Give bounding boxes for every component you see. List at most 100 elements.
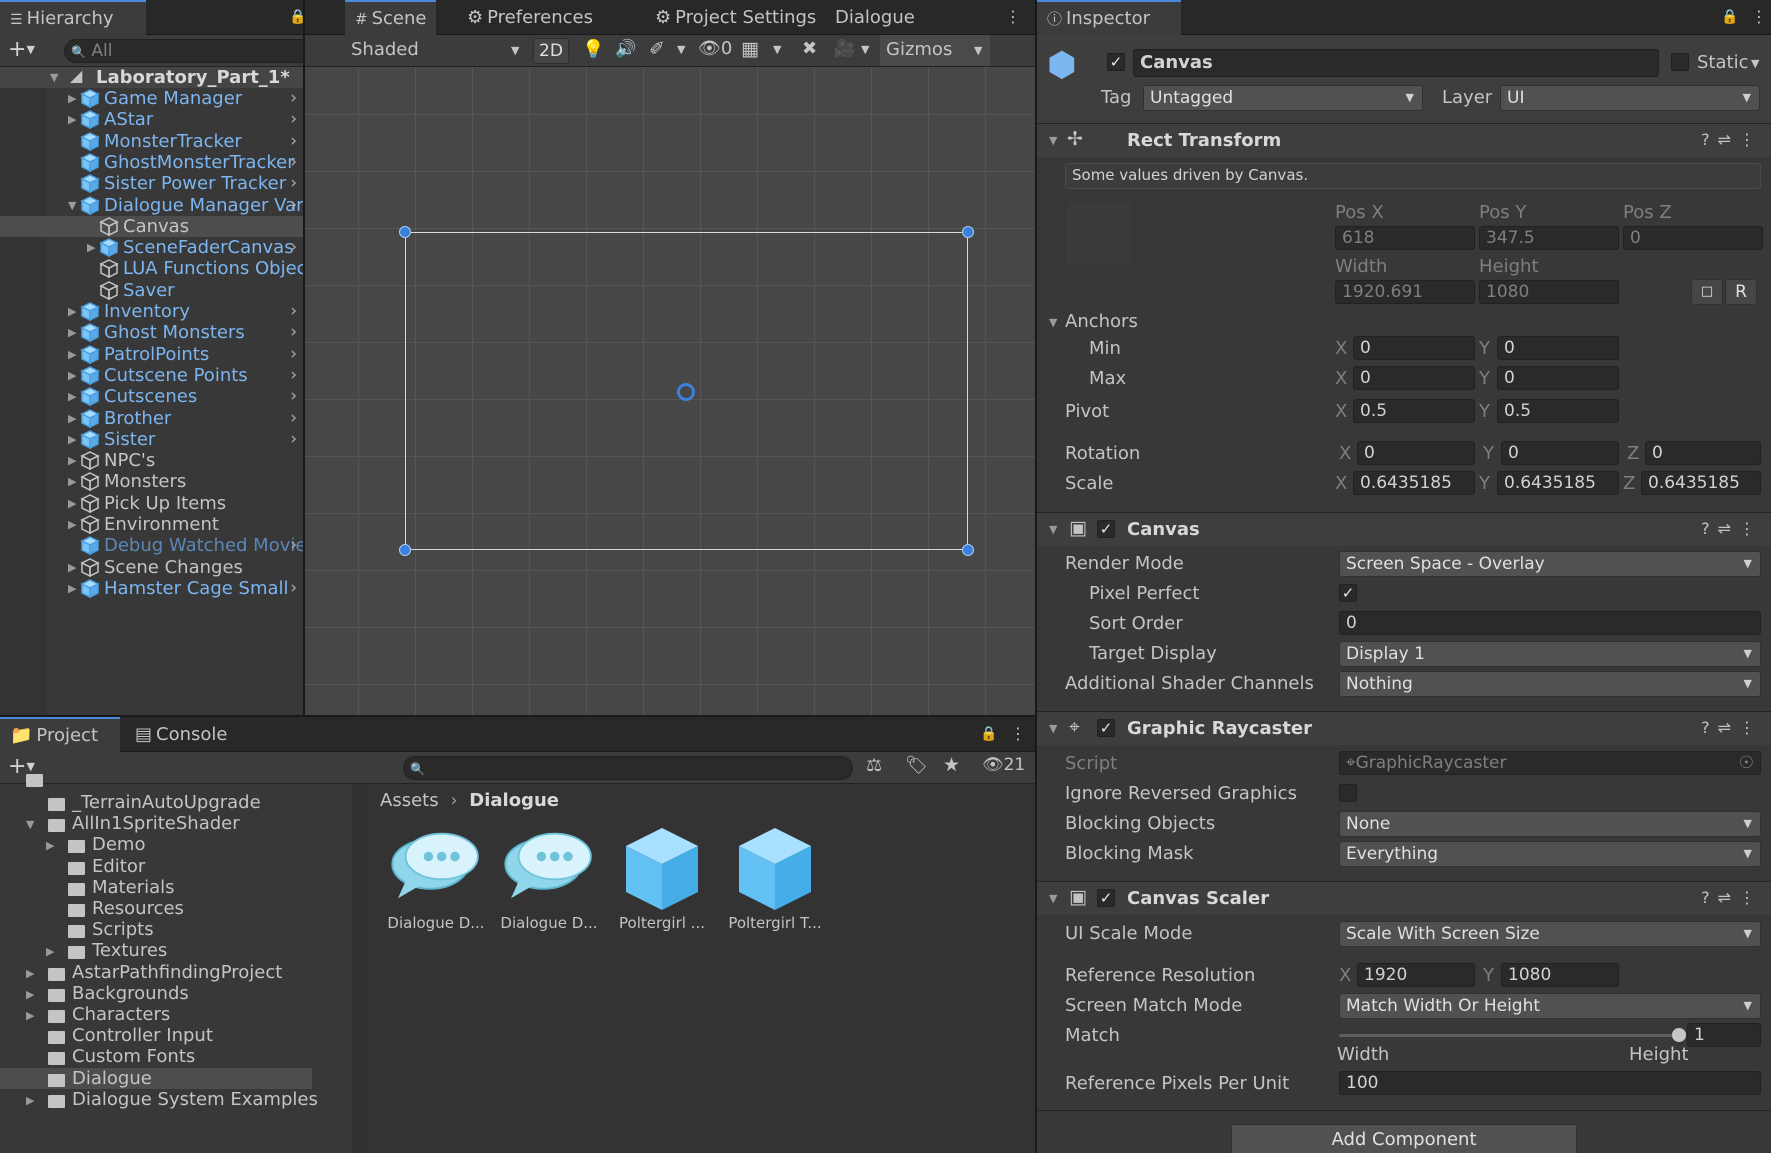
project-search-input[interactable]: 🔍	[403, 756, 853, 780]
expand-arrow-icon[interactable]: ▶	[68, 92, 76, 105]
expand-arrow-icon[interactable]: ▼	[50, 71, 58, 84]
hierarchy-row-scene-changes[interactable]: ▶ Scene Changes	[0, 557, 303, 578]
expand-arrow-icon[interactable]: ▼	[68, 199, 76, 212]
expand-arrow-icon[interactable]: ▶	[68, 390, 76, 403]
asset-item[interactable]: Dialogue D...	[497, 824, 601, 934]
chevron-right-icon[interactable]: ›	[290, 535, 297, 555]
reference-resolution-y-field[interactable]: 1080	[1501, 963, 1619, 987]
breadcrumb-assets[interactable]: Assets	[380, 790, 439, 811]
expand-arrow-icon[interactable]: ▶	[26, 1009, 34, 1022]
tab-hierarchy[interactable]: ☰ Hierarchy	[0, 0, 146, 35]
pivot-handle[interactable]	[677, 383, 695, 401]
hierarchy-row-environment[interactable]: ▶ Environment	[0, 514, 303, 535]
canvas-component-header[interactable]: ▼ ▣ ✓ Canvas ?⇌⋮	[1037, 512, 1771, 546]
hierarchy-row-brother[interactable]: ▶ Brother ›	[0, 408, 303, 429]
component-header-icons[interactable]: ?⇌⋮	[1701, 519, 1763, 538]
chevron-right-icon[interactable]: ›	[290, 429, 297, 449]
anchor-max-x-field[interactable]: 0	[1353, 366, 1475, 390]
chevron-down-icon[interactable]: ▼	[773, 43, 781, 56]
expand-arrow-icon[interactable]: ▶	[68, 454, 76, 467]
folder-row-scripts[interactable]: Scripts	[0, 919, 312, 940]
tab-dialogue[interactable]: Dialogue	[825, 0, 925, 35]
effects-icon[interactable]: ✐	[649, 38, 665, 60]
reference-ppu-field[interactable]: 100	[1339, 1071, 1761, 1095]
more-menu-icon[interactable]: ⋮	[1005, 7, 1021, 26]
hierarchy-search-input[interactable]: 🔍 All	[64, 39, 303, 63]
object-name-field[interactable]: Canvas	[1133, 49, 1659, 77]
folder-row-allin1spriteshader[interactable]: ▼ AllIn1SpriteShader	[0, 813, 312, 834]
hierarchy-row-sister[interactable]: ▶ Sister ›	[0, 429, 303, 450]
hierarchy-row-ghost-monsters[interactable]: ▶ Ghost Monsters ›	[0, 322, 303, 343]
rect-handle-bl[interactable]	[399, 544, 411, 556]
chevron-down-icon[interactable]: ▼	[861, 43, 869, 56]
folder-row-resources[interactable]: Resources	[0, 898, 312, 919]
screen-match-mode-dropdown[interactable]: Match Width Or Height ▼	[1339, 993, 1761, 1019]
grid-snap-icon[interactable]: ▦	[741, 38, 759, 60]
rect-handle-tl[interactable]	[399, 226, 411, 238]
match-slider-thumb[interactable]	[1672, 1028, 1686, 1042]
add-component-button[interactable]: Add Component	[1231, 1124, 1577, 1153]
chevron-right-icon[interactable]: ›	[290, 408, 297, 428]
shader-channels-dropdown[interactable]: Nothing ▼	[1339, 671, 1761, 697]
expand-arrow-icon[interactable]: ▶	[87, 241, 95, 254]
expand-arrow-icon[interactable]: ▶	[68, 326, 76, 339]
folder-row-astarpathfindingproject[interactable]: ▶ AstarPathfindingProject	[0, 962, 312, 983]
rotation-x-field[interactable]: 0	[1357, 441, 1475, 465]
tab-inspector[interactable]: ⓘ Inspector	[1037, 0, 1181, 35]
chevron-right-icon[interactable]: ›	[290, 109, 297, 129]
asset-item[interactable]: Dialogue D...	[384, 824, 488, 934]
reference-resolution-x-field[interactable]: 1920	[1357, 963, 1475, 987]
match-slider-track[interactable]	[1339, 1034, 1679, 1037]
expand-arrow-icon[interactable]: ▶	[68, 582, 76, 595]
chevron-down-icon[interactable]: ▼	[1751, 57, 1759, 70]
anchor-preset-button[interactable]	[1065, 200, 1133, 268]
gizmos-dropdown[interactable]: Gizmos ▼	[880, 35, 990, 66]
hierarchy-row-canvas[interactable]: Canvas	[0, 215, 303, 237]
chevron-down-icon[interactable]: ▼	[677, 43, 685, 56]
tab-console[interactable]: ▤ Console	[125, 717, 237, 752]
anchors-arrow-icon[interactable]: ▼	[1049, 316, 1057, 329]
raycaster-enabled-checkbox[interactable]: ✓	[1097, 719, 1115, 737]
expand-arrow-icon[interactable]: ▶	[68, 113, 76, 126]
filter-type-icon[interactable]: ⚖	[866, 755, 882, 776]
tab-scene[interactable]: # Scene	[345, 0, 437, 35]
folder-row-custom-fonts[interactable]: Custom Fonts	[0, 1046, 312, 1067]
folder-row-characters[interactable]: ▶ Characters	[0, 1004, 312, 1025]
rotation-z-field[interactable]: 0	[1645, 441, 1761, 465]
blocking-mask-dropdown[interactable]: Everything ▼	[1339, 841, 1761, 867]
scale-x-field[interactable]: 0.6435185	[1353, 471, 1475, 495]
folder-row-textures[interactable]: ▶ Textures	[0, 940, 312, 961]
scale-y-field[interactable]: 0.6435185	[1497, 471, 1619, 495]
folder-row-terrainautoupgrade[interactable]: _TerrainAutoUpgrade	[0, 792, 312, 813]
chevron-right-icon[interactable]: ›	[290, 88, 297, 108]
2d-toggle-button[interactable]: 2D	[533, 38, 569, 64]
tab-project[interactable]: 📁 Project	[0, 717, 120, 752]
project-divider[interactable]	[352, 784, 370, 1153]
hierarchy-row-sister-power-tracker[interactable]: Sister Power Tracker ›	[0, 173, 303, 194]
blocking-objects-dropdown[interactable]: None ▼	[1339, 811, 1761, 837]
target-display-dropdown[interactable]: Display 1 ▼	[1339, 641, 1761, 667]
expand-arrow-icon[interactable]: ▼	[26, 818, 34, 831]
expand-arrow-icon[interactable]: ▶	[68, 497, 76, 510]
add-object-button[interactable]: +▼	[8, 37, 35, 62]
rect-transform-header[interactable]: ▼ ✢ Rect Transform ?⇌⋮	[1037, 123, 1771, 157]
ignore-reversed-checkbox[interactable]	[1339, 784, 1357, 802]
expand-arrow-icon[interactable]: ▶	[68, 305, 76, 318]
label-tag-icon[interactable]: 🏷	[905, 755, 928, 776]
active-checkbox[interactable]: ✓	[1107, 53, 1125, 71]
tag-dropdown[interactable]: Untagged ▼	[1143, 85, 1423, 111]
expand-arrow-icon[interactable]: ▶	[46, 839, 54, 852]
static-checkbox[interactable]	[1671, 53, 1689, 71]
tools-icon[interactable]: ✖	[802, 38, 817, 59]
anchor-min-x-field[interactable]: 0	[1353, 336, 1475, 360]
chevron-right-icon[interactable]: ›	[290, 301, 297, 321]
hierarchy-row-saver[interactable]: Saver	[0, 280, 303, 301]
expand-arrow-icon[interactable]: ▶	[68, 475, 76, 488]
folder-row-controller-input[interactable]: Controller Input	[0, 1025, 312, 1046]
asset-item[interactable]: Poltergirl ...	[610, 824, 714, 934]
hierarchy-row-monstertracker[interactable]: MonsterTracker ›	[0, 131, 303, 152]
visibility-icon[interactable]: 👁0	[698, 38, 732, 59]
raw-edit-button[interactable]: R	[1725, 279, 1757, 305]
hierarchy-row-pick-up-items[interactable]: ▶ Pick Up Items	[0, 493, 303, 514]
hierarchy-row-patrolpoints[interactable]: ▶ PatrolPoints ›	[0, 344, 303, 365]
